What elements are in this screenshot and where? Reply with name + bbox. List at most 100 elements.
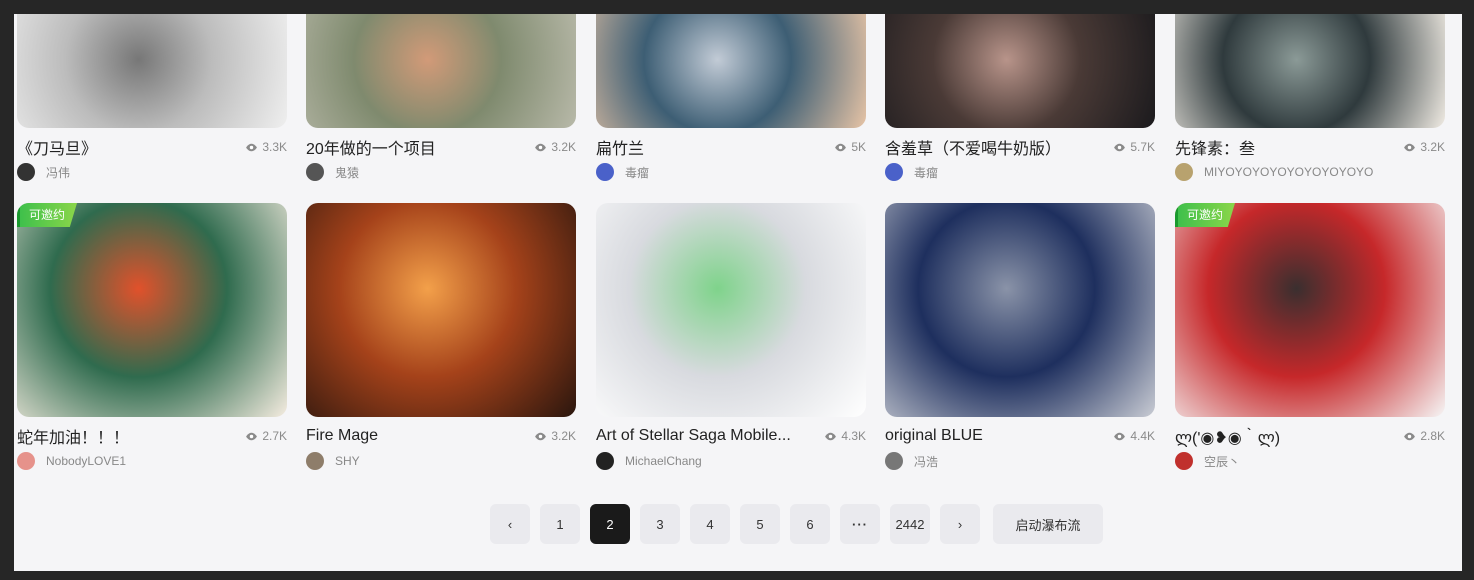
- eye-icon: [245, 430, 262, 443]
- view-count: 3.2K: [534, 429, 576, 443]
- view-count-value: 2.8K: [1420, 429, 1445, 443]
- artwork-card[interactable]: 先锋素：叁 3.2K MIYOYOYOYOYOYOYOYOYO: [1175, 14, 1445, 182]
- view-count: 5K: [834, 140, 866, 154]
- page-number-button[interactable]: 2: [590, 504, 630, 544]
- avatar[interactable]: [596, 452, 614, 470]
- author[interactable]: 毒瘤: [596, 162, 866, 182]
- view-count-value: 5.7K: [1130, 140, 1155, 154]
- avatar[interactable]: [885, 452, 903, 470]
- author-name[interactable]: MIYOYOYOYOYOYOYOYOYO: [1204, 165, 1373, 179]
- avatar[interactable]: [885, 163, 903, 181]
- author-name[interactable]: NobodyLOVE1: [46, 454, 126, 468]
- eye-icon: [1403, 430, 1420, 443]
- author[interactable]: 鬼猿: [306, 162, 576, 182]
- artwork-title[interactable]: Fire Mage: [306, 427, 378, 445]
- artwork-thumbnail[interactable]: [306, 203, 576, 417]
- artwork-title[interactable]: 《刀马旦》: [17, 135, 97, 159]
- author[interactable]: NobodyLOVE1: [17, 451, 287, 471]
- pagination: ‹ 1 2 3 4 5 6 ··· 2442 › 启动瀑布流: [490, 504, 1103, 544]
- artwork-card[interactable]: 可邀约 ლ(ʹ◉❥◉｀ლ) 2.8K 空辰丶: [1175, 203, 1445, 471]
- artwork-title[interactable]: 蛇年加油！！！: [17, 424, 129, 448]
- author[interactable]: 毒瘤: [885, 162, 1155, 182]
- eye-icon: [1113, 430, 1130, 443]
- eye-icon: [834, 141, 851, 154]
- artwork-thumbnail[interactable]: [885, 203, 1155, 417]
- view-count-value: 5K: [851, 140, 866, 154]
- view-count-value: 3.2K: [551, 429, 576, 443]
- artwork-thumbnail[interactable]: 可邀约: [1175, 203, 1445, 417]
- page-number-list: 1 2 3 4 5 6 ··· 2442: [540, 504, 940, 544]
- avatar[interactable]: [17, 163, 35, 181]
- invitable-badge: 可邀约: [17, 203, 78, 227]
- artwork-thumbnail[interactable]: [1175, 14, 1445, 128]
- invitable-badge: 可邀约: [1175, 203, 1236, 227]
- artwork-title[interactable]: ლ(ʹ◉❥◉｀ლ): [1175, 424, 1280, 448]
- artwork-card[interactable]: Art of Stellar Saga Mobile... 4.3K Michael…: [596, 203, 866, 471]
- artwork-thumbnail[interactable]: [17, 14, 287, 128]
- avatar[interactable]: [596, 163, 614, 181]
- author-name[interactable]: 毒瘤: [625, 164, 649, 181]
- eye-icon: [534, 141, 551, 154]
- view-count: 3.2K: [1403, 140, 1445, 154]
- artwork-thumbnail[interactable]: [596, 203, 866, 417]
- avatar[interactable]: [306, 452, 324, 470]
- author[interactable]: MichaelChang: [596, 451, 866, 471]
- artwork-card[interactable]: 可邀约蛇年加油！！！ 2.7K NobodyLOVE1: [17, 203, 287, 471]
- artwork-thumbnail[interactable]: [596, 14, 866, 128]
- page-ellipsis-button[interactable]: ···: [840, 504, 880, 544]
- author[interactable]: MIYOYOYOYOYOYOYOYOYO: [1175, 162, 1445, 182]
- author[interactable]: 空辰丶: [1175, 451, 1445, 471]
- artwork-thumbnail[interactable]: [306, 14, 576, 128]
- avatar[interactable]: [1175, 163, 1193, 181]
- artwork-title[interactable]: original BLUE: [885, 427, 983, 445]
- artwork-card[interactable]: 含羞草（不爱喝牛奶版） 5.7K 毒瘤: [885, 14, 1155, 182]
- eye-icon: [824, 430, 841, 443]
- view-count-value: 2.7K: [262, 429, 287, 443]
- view-count: 2.7K: [245, 429, 287, 443]
- author-name[interactable]: SHY: [335, 454, 360, 468]
- page-number-button[interactable]: 2442: [890, 504, 930, 544]
- page-number-button[interactable]: 5: [740, 504, 780, 544]
- artwork-title[interactable]: 20年做的一个项目: [306, 135, 436, 159]
- view-count-value: 3.3K: [262, 140, 287, 154]
- eye-icon: [245, 141, 262, 154]
- view-count-value: 3.2K: [1420, 140, 1445, 154]
- artwork-title[interactable]: 扁竹兰: [596, 135, 644, 159]
- eye-icon: [1113, 141, 1130, 154]
- view-count: 3.2K: [534, 140, 576, 154]
- author[interactable]: 冯伟: [17, 162, 287, 182]
- artwork-thumbnail[interactable]: [885, 14, 1155, 128]
- next-page-button[interactable]: ›: [940, 504, 980, 544]
- artwork-title[interactable]: 含羞草（不爱喝牛奶版）: [885, 135, 1061, 159]
- avatar[interactable]: [17, 452, 35, 470]
- page-number-button[interactable]: 6: [790, 504, 830, 544]
- artwork-card[interactable]: 扁竹兰 5K 毒瘤: [596, 14, 866, 182]
- author-name[interactable]: 冯浩: [914, 453, 938, 470]
- page-number-button[interactable]: 3: [640, 504, 680, 544]
- view-count-value: 4.3K: [841, 429, 866, 443]
- artwork-title[interactable]: Art of Stellar Saga Mobile...: [596, 427, 791, 445]
- prev-page-button[interactable]: ‹: [490, 504, 530, 544]
- artwork-card[interactable]: 20年做的一个项目 3.2K 鬼猿: [306, 14, 576, 182]
- view-count: 3.3K: [245, 140, 287, 154]
- avatar[interactable]: [1175, 452, 1193, 470]
- page-number-button[interactable]: 4: [690, 504, 730, 544]
- artwork-card[interactable]: original BLUE 4.4K 冯浩: [885, 203, 1155, 471]
- page-number-button[interactable]: 1: [540, 504, 580, 544]
- author-name[interactable]: 冯伟: [46, 164, 70, 181]
- author-name[interactable]: MichaelChang: [625, 454, 702, 468]
- waterfall-mode-button[interactable]: 启动瀑布流: [993, 504, 1103, 544]
- author[interactable]: 冯浩: [885, 451, 1155, 471]
- artwork-title[interactable]: 先锋素：叁: [1175, 135, 1255, 159]
- artwork-card[interactable]: Fire Mage 3.2K SHY: [306, 203, 576, 471]
- author-name[interactable]: 鬼猿: [335, 164, 359, 181]
- author-name[interactable]: 毒瘤: [914, 164, 938, 181]
- author[interactable]: SHY: [306, 451, 576, 471]
- author-name[interactable]: 空辰丶: [1204, 453, 1240, 470]
- artwork-card[interactable]: 《刀马旦》 3.3K 冯伟: [17, 14, 287, 182]
- artwork-thumbnail[interactable]: 可邀约: [17, 203, 287, 417]
- eye-icon: [534, 430, 551, 443]
- avatar[interactable]: [306, 163, 324, 181]
- view-count-value: 4.4K: [1130, 429, 1155, 443]
- view-count: 5.7K: [1113, 140, 1155, 154]
